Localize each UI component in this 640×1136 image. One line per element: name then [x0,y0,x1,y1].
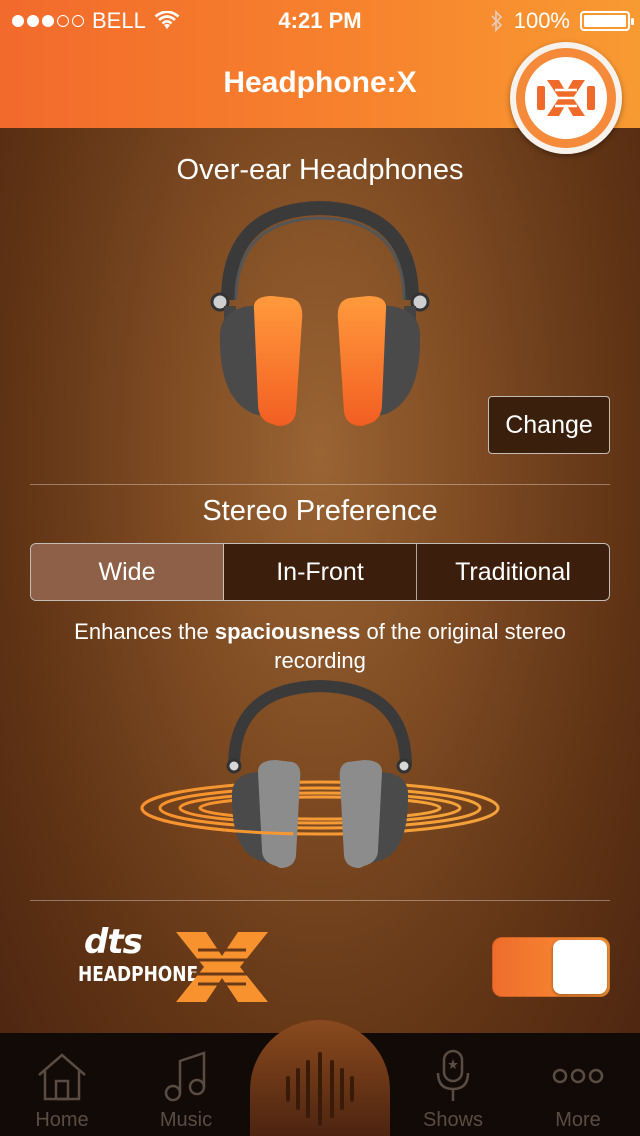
dts-wordmark: dts [84,922,143,962]
over-ear-headphones-icon [210,200,430,426]
segment-in-front[interactable]: In-Front [224,544,417,600]
microphone-icon [436,1049,470,1101]
desc-text-bold: spaciousness [214,619,361,644]
app-root: BELL 4:21 PM 100% Headphone:X Over-ear H… [0,0,640,1136]
status-right: 100% [490,8,634,34]
headphone-x-logo-button[interactable] [510,42,622,154]
stereo-preference-control: Wide In-Front Traditional [30,543,610,601]
x-logo-icon [525,57,607,139]
stereo-description: Enhances the spaciousness of the origina… [30,617,610,675]
battery-icon [580,11,634,31]
divider [30,900,610,901]
bluetooth-icon [491,10,502,32]
x-mark-icon [176,932,268,1002]
tab-shows[interactable]: Shows [393,1033,513,1136]
tab-label-more: More [555,1109,601,1131]
tab-home[interactable]: Home [2,1033,122,1136]
headphone-type-title: Over-ear Headphones [176,154,464,186]
tab-more[interactable]: More [518,1033,638,1136]
segment-traditional[interactable]: Traditional [417,544,609,600]
home-icon [38,1053,86,1101]
status-bar: BELL 4:21 PM 100% [0,0,640,40]
audio-wave-icon [286,1052,354,1126]
tab-label-music: Music [159,1109,213,1131]
segment-wide[interactable]: Wide [31,544,224,600]
toggle-knob[interactable] [553,940,607,994]
desc-text-before: Enhances the [74,619,215,644]
more-dots-icon [552,1068,604,1084]
dts-headphone-x-logo: dts HEADPHONE [78,922,278,1006]
headphone-x-toggle[interactable] [492,937,610,997]
wide-stereo-illustration-icon [140,680,500,868]
music-note-icon [164,1051,206,1102]
battery-percent: 100% [513,8,570,33]
tab-label-home: Home [35,1109,89,1131]
stereo-preference-title: Stereo Preference [202,495,438,527]
tab-music[interactable]: Music [126,1033,246,1136]
change-headphone-button[interactable]: Change [488,396,610,454]
tab-label-shows: Shows [422,1109,484,1131]
divider [30,484,610,485]
